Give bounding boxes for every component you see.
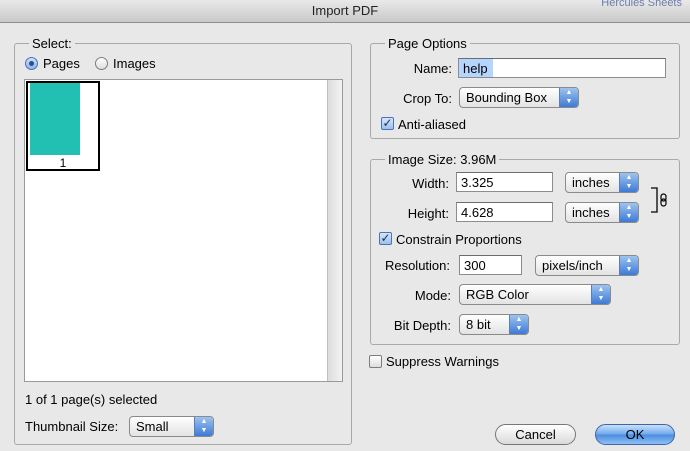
- thumbnail-list[interactable]: 1: [24, 79, 343, 382]
- mode-label: Mode:: [414, 288, 451, 303]
- thumbnail-size-value: Small: [136, 419, 169, 434]
- resolution-unit-value: pixels/inch: [542, 258, 603, 273]
- crop-to-value: Bounding Box: [466, 90, 547, 105]
- constrain-proportions-checkbox[interactable]: ✓: [379, 232, 392, 245]
- constrain-proportions-label[interactable]: Constrain Proportions: [396, 232, 522, 247]
- images-radio-label[interactable]: Images: [113, 56, 156, 71]
- images-radio[interactable]: [95, 57, 108, 70]
- updown-arrows-icon: ▲ ▼: [509, 315, 528, 334]
- ok-button[interactable]: OK: [595, 424, 675, 445]
- updown-arrows-icon: ▲ ▼: [619, 173, 638, 192]
- resolution-field[interactable]: [459, 255, 522, 275]
- width-unit-popup[interactable]: inches ▲ ▼: [565, 172, 639, 193]
- bit-depth-label: Bit Depth:: [393, 318, 451, 333]
- selection-status: 1 of 1 page(s) selected: [25, 392, 158, 407]
- suppress-warnings-checkbox[interactable]: [369, 355, 382, 368]
- thumbnail-size-label: Thumbnail Size:: [25, 419, 119, 434]
- page-options-label: Page Options: [385, 36, 470, 51]
- page-thumbnail[interactable]: 1: [26, 81, 100, 171]
- window-title: Import PDF: [311, 3, 379, 18]
- mode-value: RGB Color: [466, 287, 529, 302]
- background-window-text: Hercules Sheets: [601, 0, 682, 9]
- width-label: Width:: [412, 176, 449, 191]
- mode-popup[interactable]: RGB Color ▲ ▼: [459, 284, 611, 305]
- resolution-unit-popup[interactable]: pixels/inch ▲ ▼: [535, 255, 639, 276]
- suppress-warnings-label[interactable]: Suppress Warnings: [386, 354, 499, 369]
- name-field[interactable]: [458, 58, 666, 78]
- updown-arrows-icon: ▲ ▼: [194, 417, 213, 436]
- height-unit-popup[interactable]: inches ▲ ▼: [565, 202, 639, 223]
- bit-depth-popup[interactable]: 8 bit ▲ ▼: [459, 314, 529, 335]
- thumbnail-size-popup[interactable]: Small ▲ ▼: [129, 416, 214, 437]
- window-titlebar[interactable]: Import PDF Hercules Sheets: [0, 0, 690, 23]
- updown-arrows-icon: ▲ ▼: [619, 203, 638, 222]
- cancel-button[interactable]: Cancel: [495, 424, 576, 445]
- crop-to-popup[interactable]: Bounding Box ▲ ▼: [459, 87, 579, 108]
- image-size-label: Image Size: 3.96M: [385, 152, 500, 167]
- height-field[interactable]: [456, 202, 553, 222]
- page-thumbnail-image: [30, 83, 80, 155]
- resolution-label: Resolution:: [384, 258, 450, 273]
- bit-depth-value: 8 bit: [466, 317, 491, 332]
- width-field[interactable]: [456, 172, 553, 192]
- pages-radio[interactable]: [25, 57, 38, 70]
- crop-to-label: Crop To:: [403, 91, 452, 106]
- updown-arrows-icon: ▲ ▼: [619, 256, 638, 275]
- chain-link-icon[interactable]: [650, 186, 670, 214]
- thumbnail-scrollbar[interactable]: [327, 80, 342, 381]
- height-label: Height:: [407, 206, 449, 221]
- select-group-label: Select:: [29, 36, 75, 51]
- height-unit-value: inches: [572, 205, 610, 220]
- updown-arrows-icon: ▲ ▼: [559, 88, 578, 107]
- pages-radio-label[interactable]: Pages: [43, 56, 80, 71]
- updown-arrows-icon: ▲ ▼: [591, 285, 610, 304]
- page-thumbnail-number: 1: [59, 156, 67, 170]
- anti-aliased-label[interactable]: Anti-aliased: [398, 117, 466, 132]
- width-unit-value: inches: [572, 175, 610, 190]
- anti-aliased-checkbox[interactable]: ✓: [381, 117, 394, 130]
- name-label: Name:: [413, 61, 452, 76]
